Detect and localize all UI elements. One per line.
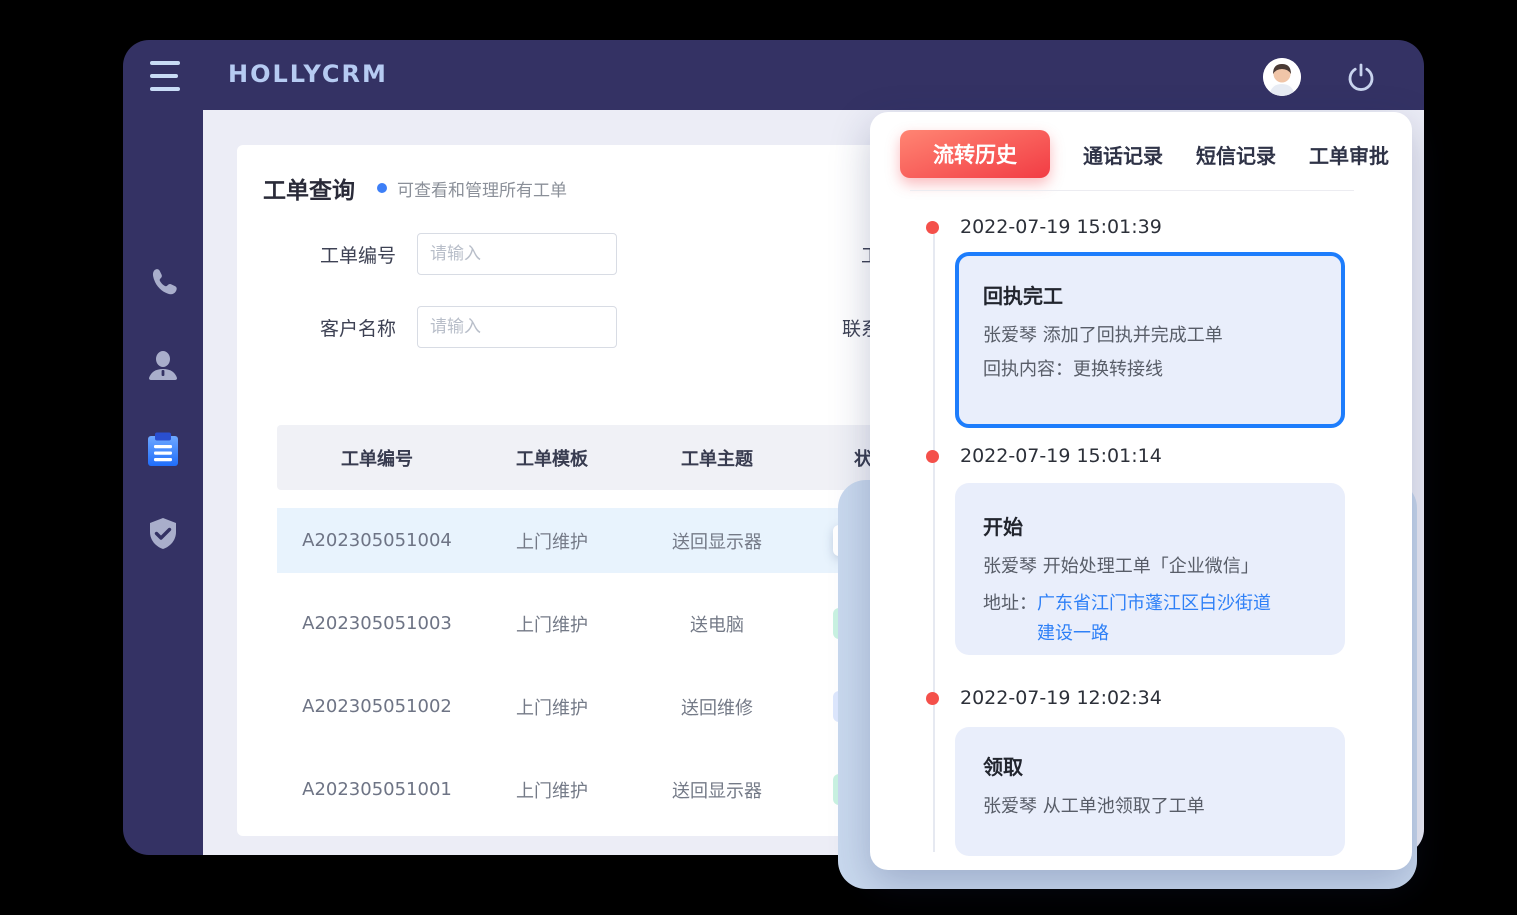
timeline-card-line: 回执内容：更换转接线: [983, 356, 1317, 384]
timeline-card-start: 开始 张爱琴 开始处理工单「企业微信」 地址： 广东省江门市蓬江区白沙街道建设一…: [955, 483, 1345, 655]
timeline-dot: [926, 450, 939, 463]
clipboard-icon: [144, 430, 182, 470]
person-icon: [145, 348, 181, 384]
address-row: 地址： 广东省江门市蓬江区白沙街道建设一路: [983, 589, 1317, 650]
customer-name-input[interactable]: [417, 306, 617, 348]
cell-subject: 送回维修: [627, 694, 807, 720]
cell-template: 上门维护: [477, 777, 627, 803]
timeline-card-claimed: 领取 张爱琴 从工单池领取了工单: [955, 727, 1345, 856]
tabs-divider: [910, 190, 1354, 191]
timeline-timestamp: 2022-07-19 12:02:34: [960, 687, 1162, 709]
cell-id: A202305051004: [277, 530, 477, 551]
timeline-card-title: 回执完工: [983, 280, 1317, 309]
cell-template: 上门维护: [477, 528, 627, 554]
col-header-subject: 工单主题: [627, 445, 807, 471]
page-title: 工单查询: [263, 171, 355, 205]
panel-tabs: 流转历史 通话记录 短信记录 工单审批: [900, 130, 1389, 178]
timeline-card-title: 开始: [983, 511, 1317, 540]
timeline-card-title: 领取: [983, 751, 1317, 780]
sidebar-item-customers[interactable]: [123, 342, 203, 390]
tab-call-records[interactable]: 通话记录: [1083, 140, 1163, 169]
workorder-id-input[interactable]: [417, 233, 617, 275]
history-panel: 流转历史 通话记录 短信记录 工单审批 2022-07-19 15:01:39 …: [870, 112, 1412, 870]
user-avatar[interactable]: [1263, 58, 1301, 96]
page-head: 工单查询 可查看和管理所有工单: [263, 171, 567, 205]
timeline-card-line: 张爱琴 开始处理工单「企业微信」: [983, 553, 1317, 581]
timeline-dot: [926, 221, 939, 234]
sidebar-item-workorders[interactable]: [123, 426, 203, 474]
workorder-id-label: 工单编号: [283, 241, 396, 268]
tab-sms-records[interactable]: 短信记录: [1196, 140, 1276, 169]
cell-template: 上门维护: [477, 694, 627, 720]
screenshot-stage: HOLLYCRM: [0, 0, 1517, 915]
subtitle-dot-icon: [377, 183, 387, 193]
timeline-line: [933, 234, 935, 852]
timeline-card-line: 张爱琴 添加了回执并完成工单: [983, 322, 1317, 350]
avatar-image: [1263, 58, 1301, 96]
cell-subject: 送电脑: [627, 611, 807, 637]
cell-subject: 送回显示器: [627, 777, 807, 803]
address-label: 地址：: [983, 589, 1037, 650]
sidebar-item-phone[interactable]: [123, 258, 203, 306]
shield-check-icon: [145, 515, 181, 553]
timeline-card-line: 张爱琴 从工单池领取了工单: [983, 793, 1317, 821]
cell-id: A202305051003: [277, 613, 477, 634]
cell-subject: 送回显示器: [627, 528, 807, 554]
timeline-timestamp: 2022-07-19 15:01:39: [960, 216, 1162, 238]
page-subtitle: 可查看和管理所有工单: [397, 176, 567, 201]
power-icon[interactable]: [1345, 61, 1377, 93]
top-bar: HOLLYCRM: [123, 40, 1424, 110]
timeline-dot: [926, 692, 939, 705]
col-header-template: 工单模板: [477, 445, 627, 471]
cell-id: A202305051001: [277, 779, 477, 800]
address-link[interactable]: 广东省江门市蓬江区白沙街道建设一路: [1037, 589, 1285, 650]
tab-workorder-approval[interactable]: 工单审批: [1309, 140, 1389, 169]
tab-circulation-history[interactable]: 流转历史: [900, 130, 1050, 178]
col-header-id: 工单编号: [277, 445, 477, 471]
menu-icon[interactable]: [150, 59, 192, 93]
timeline-card-completed: 回执完工 张爱琴 添加了回执并完成工单 回执内容：更换转接线: [955, 252, 1345, 428]
sidebar-nav: [123, 110, 203, 855]
customer-name-label: 客户名称: [283, 314, 396, 341]
app-title: HOLLYCRM: [228, 60, 388, 88]
timeline-timestamp: 2022-07-19 15:01:14: [960, 445, 1162, 467]
cell-template: 上门维护: [477, 611, 627, 637]
sidebar-item-security[interactable]: [123, 510, 203, 558]
cell-id: A202305051002: [277, 696, 477, 717]
phone-icon: [145, 264, 181, 300]
